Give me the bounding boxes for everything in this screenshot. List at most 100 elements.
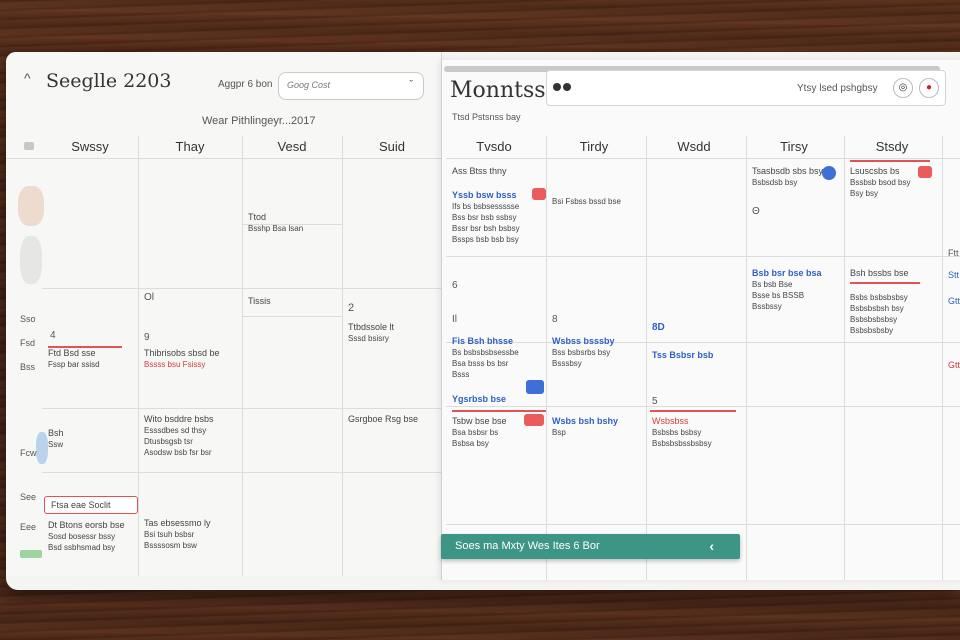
date-number: 5 [652, 396, 658, 407]
date-number: 8D [652, 322, 665, 333]
event-item[interactable]: Ttod Bsshp Bsa lsan [248, 212, 303, 234]
divider [446, 158, 960, 159]
event-item[interactable]: Wsbss bsssby Bss bsbsrbs bsy Bsssbsy [552, 336, 615, 369]
event-body: Bsshp Bsa lsan [248, 224, 304, 233]
event-alert-badge [532, 188, 546, 200]
side-label: Fcw [20, 448, 37, 458]
chevron-up-icon[interactable]: ^ [24, 70, 31, 86]
day-header[interactable]: Vesd [242, 136, 342, 158]
day-header[interactable]: Suid [344, 136, 440, 158]
record-button[interactable]: ● [919, 78, 939, 98]
date-number: 6 [452, 280, 458, 291]
event-item[interactable]: Lsuscsbs bs Bssbsb bsod bsy Bsy bsy [850, 166, 910, 199]
event-item[interactable]: Thibrisobs sbsd be Bssss bsu Fsissy [144, 348, 220, 370]
event-body: Sosd bosessr bssy Bsd ssbhsmad bsy [48, 532, 116, 552]
event-item[interactable]: Bsh bssbs bse [850, 268, 909, 279]
event-body: Bsbs bsbsbsbsy Bsbsbsbsh bsy Bsbsbsbsbsy… [850, 293, 908, 335]
day-header[interactable]: Wsdd [646, 136, 742, 158]
side-label: Gtt [948, 296, 960, 306]
day-header[interactable]: Thay [140, 136, 240, 158]
event-body: Ifs bs bsbsessssse Bss bsr bsb ssbsy Bss… [452, 202, 520, 244]
event-title: Wito bsddre bsbs [144, 414, 214, 424]
event-item[interactable]: Yssb bsw bsss Ifs bs bsbsessssse Bss bsr… [452, 190, 520, 245]
event-item[interactable]: Tissis [248, 296, 271, 307]
event-body: Esssdbes sd thsy Dtusbsgsb tsr Asodsw bs… [144, 426, 212, 457]
toast-text: Soes ma Mxty Wes Ites 6 Bor [455, 540, 600, 552]
divider [6, 158, 442, 159]
event-item[interactable]: Gsrgboe Rsg bse [348, 414, 418, 425]
date-number: Il [452, 314, 457, 325]
sticker-image [20, 236, 42, 284]
divider [446, 406, 960, 407]
dot-icon [553, 83, 561, 91]
side-label: Sso [20, 314, 36, 324]
event-item[interactable]: Ass Btss thny [452, 166, 507, 177]
divider [546, 136, 547, 580]
event-item[interactable]: Bsh Ssw [48, 428, 64, 450]
event-title: Dt Btons eorsb bse [48, 520, 125, 530]
event-title: Bsh bssbs bse [850, 268, 909, 278]
date-number: 2 [348, 302, 355, 314]
event-red-marker [850, 282, 920, 284]
event-body: Bsi tsuh bsbsr Bssssosm bsw [144, 530, 197, 550]
search-caret-icon[interactable]: ˇ [409, 79, 413, 91]
event-item[interactable]: Bsbs bsbsbsbsy Bsbsbsbsh bsy Bsbsbsbsbsy… [850, 292, 908, 336]
event-item[interactable]: Tas ebsessmo ly Bsi tsuh bsbsr Bssssosm … [144, 518, 211, 551]
event-item[interactable]: Tss Bsbsr bsb [652, 350, 713, 361]
event-item[interactable]: Ftd Bsd sse Fssp bar ssisd [48, 348, 100, 370]
divider [42, 472, 442, 473]
event-item[interactable]: Wito bsddre bsbs Esssdbes sd thsy Dtusbs… [144, 414, 214, 458]
event-title: Ttod [248, 212, 267, 222]
divider [242, 136, 243, 576]
event-title: Yssb bsw bsss [452, 190, 517, 200]
event-item[interactable]: Bsb bsr bse bsa Bs bsb Bse Bsse bs BSSB … [752, 268, 822, 312]
event-item[interactable]: Ttbdssole lt Sssd bsisry [348, 322, 394, 344]
event-body: Bsp [552, 428, 566, 437]
event-red-marker [48, 346, 122, 348]
event-alert-badge [524, 414, 544, 426]
day-header[interactable]: Stsdy [844, 136, 940, 158]
event-item[interactable]: Tsasbsdb sbs bsy Bsbsdsb bsy [752, 166, 823, 188]
event-item[interactable]: Dt Btons eorsb bse Sosd bosessr bssy Bsd… [48, 520, 125, 553]
date-number: 4 [50, 330, 56, 341]
event-title: Tsasbsdb sbs bsy [752, 166, 824, 176]
event-item[interactable]: Wsbsbss Bsbsbs bsbsy Bsbsbsbssbsbsy [652, 416, 712, 449]
event-item[interactable]: Fis Bsh bhsse Bs bsbsbsbsessbe Bsa bsss … [452, 336, 519, 380]
event-body: Fssp bar ssisd [48, 360, 100, 369]
event-image-icon [526, 380, 544, 394]
toast-notification[interactable]: Soes ma Mxty Wes Ites 6 Bor ‹ [441, 534, 740, 559]
circle-button[interactable]: ◎ [893, 78, 913, 98]
event-red-marker [452, 410, 546, 412]
event-title: Ygsrbsb bse [452, 394, 507, 404]
event-avatar-icon [822, 166, 836, 180]
date-number: Θ [752, 206, 760, 217]
day-header[interactable]: Tvsdo [446, 136, 542, 158]
sticker-image [18, 186, 44, 226]
event-item[interactable]: Bsi Fsbss bssd bse [552, 196, 621, 207]
calendar-grid-icon[interactable] [24, 142, 34, 150]
date-number: 8 [552, 314, 558, 325]
event-title: Fis Bsh bhsse [452, 336, 514, 346]
divider [646, 136, 647, 580]
side-label: Fsd [20, 338, 36, 348]
day-header[interactable]: Swssy [42, 136, 138, 158]
event-title: Tas ebsessmo ly [144, 518, 211, 528]
calendar-subtitle: Wear Pithlingeyr...2017 [202, 115, 316, 127]
event-item[interactable]: Tsbw bse bse Bsa bsbsr bs Bsbsa bsy [452, 416, 507, 449]
day-header-row: Swssy Thay Vesd Suid [6, 136, 442, 158]
side-label: See [20, 492, 37, 502]
event-item[interactable]: Wsbs bsh bshy Bsp [552, 416, 618, 438]
panel-subtitle: Ttsd Pstsnss bay [452, 112, 521, 122]
event-item[interactable]: Ygsrbsb bse [452, 394, 506, 405]
side-label: Ftt [948, 248, 959, 258]
event-item-highlighted[interactable]: Ftsa eae Soclit [44, 496, 138, 514]
divider [42, 408, 442, 409]
chevron-left-icon[interactable]: ‹ [709, 534, 714, 559]
event-red-marker [650, 410, 736, 412]
day-header[interactable]: Tirdy [546, 136, 642, 158]
day-header[interactable]: Tirsy [746, 136, 842, 158]
event-title: Thibrisobs sbsd be [144, 348, 220, 358]
search-input[interactable]: Goog Cost ˇ [278, 72, 424, 100]
top-toolbar-box: Ytsy lsed pshgbsy ◎ ● [546, 70, 946, 106]
event-title: Gsrgboe Rsg bse [348, 414, 419, 424]
